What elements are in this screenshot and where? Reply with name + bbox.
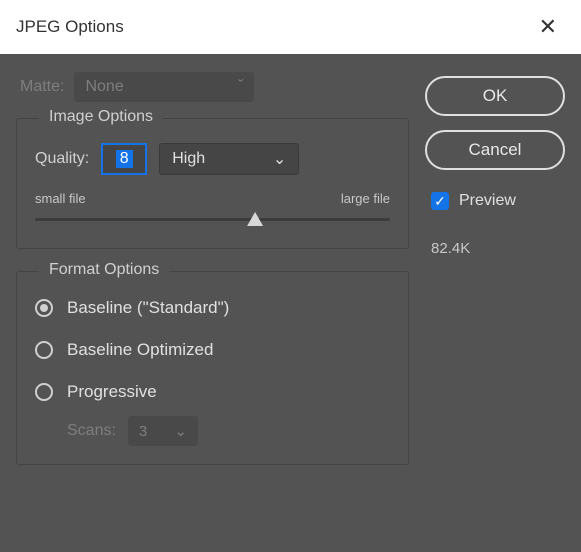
quality-row: Quality: 8 High ⌄ xyxy=(35,143,390,175)
quality-input[interactable]: 8 xyxy=(101,143,147,175)
close-icon[interactable]: ✕ xyxy=(531,10,565,44)
image-options-fieldset: Image Options Quality: 8 High ⌄ small fi… xyxy=(16,118,409,249)
preview-label: Preview xyxy=(459,192,516,210)
scans-label: Scans: xyxy=(67,422,116,440)
radio-progressive[interactable]: Progressive xyxy=(35,382,390,402)
filesize-text: 82.4K xyxy=(425,240,565,257)
right-column: OK Cancel ✓ Preview 82.4K xyxy=(425,72,565,534)
matte-select[interactable]: None ˇ xyxy=(74,72,254,102)
matte-label: Matte: xyxy=(20,78,64,96)
slider-max-label: large file xyxy=(341,191,390,206)
radio-label: Baseline ("Standard") xyxy=(67,298,229,318)
cancel-button[interactable]: Cancel xyxy=(425,130,565,170)
jpeg-options-dialog: JPEG Options ✕ Matte: None ˇ Image Optio… xyxy=(0,0,581,552)
chevron-down-icon: ˇ xyxy=(238,78,243,96)
quality-slider[interactable] xyxy=(35,210,390,230)
dialog-content: Matte: None ˇ Image Options Quality: 8 H… xyxy=(0,54,581,552)
radio-label: Progressive xyxy=(67,382,157,402)
radio-label: Baseline Optimized xyxy=(67,340,213,360)
scans-row: Scans: 3 ⌄ xyxy=(35,416,390,446)
format-options-fieldset: Format Options Baseline ("Standard") Bas… xyxy=(16,271,409,465)
image-options-legend: Image Options xyxy=(39,108,163,126)
preview-row: ✓ Preview xyxy=(425,192,565,210)
left-column: Matte: None ˇ Image Options Quality: 8 H… xyxy=(16,72,409,534)
slider-min-label: small file xyxy=(35,191,86,206)
radio-icon xyxy=(35,299,53,317)
slider-labels: small file large file xyxy=(35,191,390,206)
radio-icon xyxy=(35,383,53,401)
scans-value: 3 xyxy=(139,423,147,440)
slider-track xyxy=(35,218,390,221)
quality-preset-value: High xyxy=(172,150,205,168)
scans-select[interactable]: 3 ⌄ xyxy=(128,416,198,446)
matte-value: None xyxy=(85,78,123,96)
ok-button[interactable]: OK xyxy=(425,76,565,116)
radio-baseline-optimized[interactable]: Baseline Optimized xyxy=(35,340,390,360)
chevron-down-icon: ⌄ xyxy=(273,149,286,169)
radio-icon xyxy=(35,341,53,359)
preview-checkbox[interactable]: ✓ xyxy=(431,192,449,210)
titlebar: JPEG Options ✕ xyxy=(0,0,581,54)
format-options-legend: Format Options xyxy=(39,261,169,279)
dialog-title: JPEG Options xyxy=(16,17,531,37)
quality-preset-select[interactable]: High ⌄ xyxy=(159,143,299,175)
matte-row: Matte: None ˇ xyxy=(16,72,409,102)
format-radio-group: Baseline ("Standard") Baseline Optimized… xyxy=(35,298,390,402)
radio-baseline-standard[interactable]: Baseline ("Standard") xyxy=(35,298,390,318)
quality-label: Quality: xyxy=(35,150,89,168)
chevron-down-icon: ⌄ xyxy=(174,422,187,440)
